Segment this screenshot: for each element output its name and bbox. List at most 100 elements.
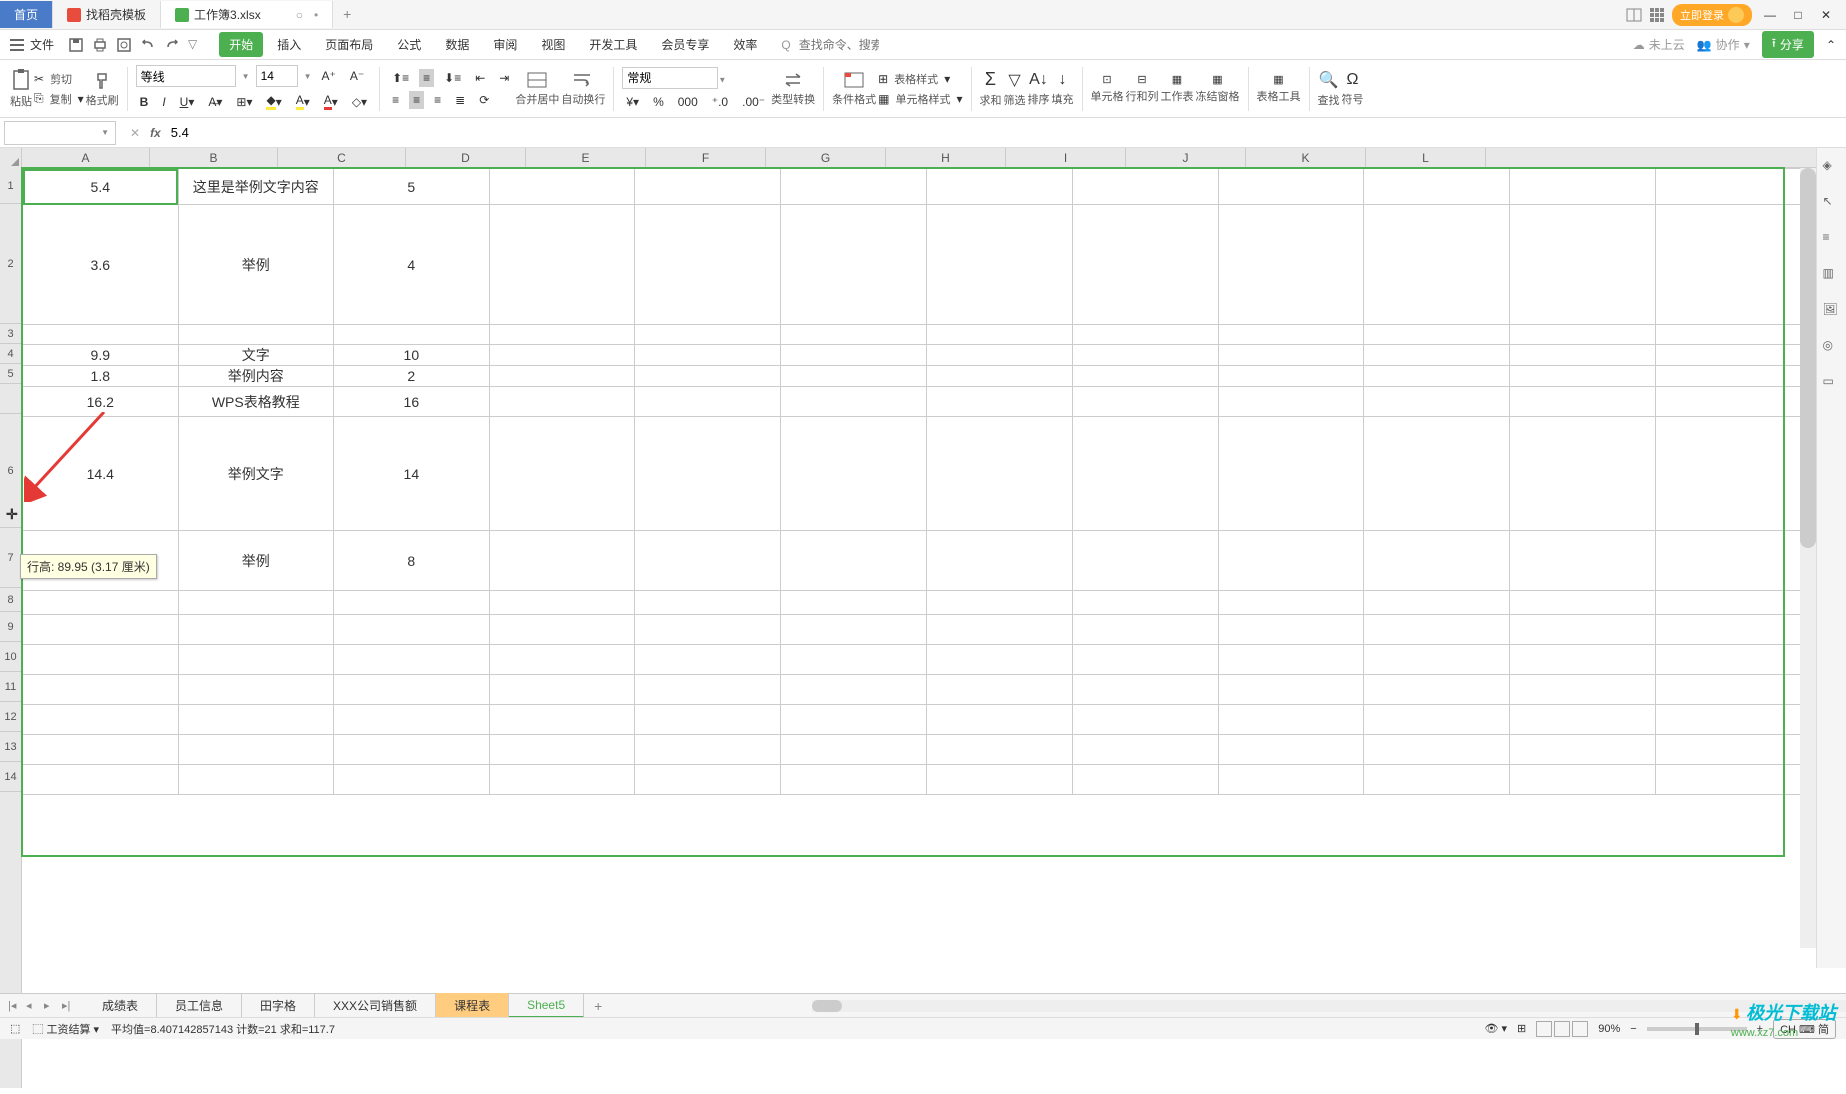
cell[interactable] — [1072, 675, 1218, 705]
col-header-K[interactable]: K — [1246, 148, 1366, 167]
cell[interactable]: 这里是举例文字内容 — [178, 169, 334, 205]
merge-group[interactable]: 合并居中 — [515, 71, 559, 107]
cell[interactable] — [927, 615, 1073, 645]
cell[interactable] — [1364, 169, 1510, 205]
cell[interactable] — [23, 705, 179, 735]
cell[interactable] — [334, 645, 490, 675]
cell[interactable] — [1364, 675, 1510, 705]
cell[interactable] — [927, 325, 1073, 345]
menu-tab-member[interactable]: 会员专享 — [651, 32, 719, 57]
cell[interactable] — [1218, 417, 1364, 531]
cell[interactable] — [1072, 531, 1218, 591]
cond-format[interactable]: 条件格式 — [832, 71, 876, 107]
cell[interactable] — [1510, 205, 1656, 325]
cell[interactable] — [489, 705, 635, 735]
cell[interactable] — [1510, 591, 1656, 615]
cell[interactable] — [1364, 765, 1510, 795]
cell[interactable] — [489, 345, 635, 366]
font-name-select[interactable] — [136, 65, 236, 87]
cell[interactable]: 10 — [334, 345, 490, 366]
justify-icon[interactable]: ≣ — [451, 91, 469, 109]
increase-font-icon[interactable]: A⁺ — [317, 67, 339, 85]
cell[interactable] — [927, 675, 1073, 705]
layout-icon[interactable] — [1626, 8, 1642, 22]
cell[interactable] — [1656, 169, 1802, 205]
cell[interactable] — [489, 675, 635, 705]
cell[interactable] — [178, 615, 334, 645]
row-header[interactable] — [0, 384, 21, 414]
cell[interactable]: 16 — [334, 387, 490, 417]
col-header-E[interactable]: E — [526, 148, 646, 167]
cell[interactable] — [781, 705, 927, 735]
maximize-button[interactable]: □ — [1788, 5, 1808, 25]
menu-tab-data[interactable]: 数据 — [435, 32, 479, 57]
cell[interactable] — [489, 765, 635, 795]
cell[interactable] — [1656, 645, 1802, 675]
horizontal-scrollbar[interactable] — [812, 1000, 1846, 1012]
cell[interactable] — [927, 205, 1073, 325]
thousands-button[interactable]: 000 — [674, 93, 702, 111]
cell[interactable] — [1364, 645, 1510, 675]
cell[interactable]: 8 — [334, 531, 490, 591]
cell[interactable] — [334, 705, 490, 735]
cell[interactable] — [489, 417, 635, 531]
cell[interactable] — [635, 366, 781, 387]
cell[interactable] — [23, 645, 179, 675]
row-header[interactable]: 8 — [0, 588, 21, 612]
cell[interactable]: 文字 — [178, 345, 334, 366]
cell[interactable] — [1364, 705, 1510, 735]
cut-button[interactable]: ✂ 剪切 — [34, 71, 84, 87]
underline-button[interactable]: U▾ — [176, 93, 199, 111]
print-icon[interactable] — [92, 37, 108, 53]
cell[interactable] — [1656, 735, 1802, 765]
cell[interactable] — [635, 531, 781, 591]
menu-tab-view[interactable]: 视图 — [531, 32, 575, 57]
cell[interactable] — [1364, 345, 1510, 366]
cell[interactable] — [489, 645, 635, 675]
font-size-select[interactable] — [256, 65, 298, 87]
cell[interactable] — [781, 325, 927, 345]
cell[interactable] — [489, 735, 635, 765]
cell[interactable] — [927, 735, 1073, 765]
cell-button[interactable]: ⊡单元格 — [1091, 73, 1124, 104]
italic-button[interactable]: I — [158, 93, 169, 111]
wrap-group[interactable]: 自动换行 — [561, 71, 605, 107]
cell[interactable] — [489, 387, 635, 417]
cell[interactable] — [489, 531, 635, 591]
row-header[interactable]: 2 — [0, 204, 21, 324]
cell[interactable] — [178, 645, 334, 675]
cell[interactable] — [334, 735, 490, 765]
cell[interactable] — [1072, 417, 1218, 531]
cell[interactable] — [781, 735, 927, 765]
print-preview-icon[interactable] — [116, 37, 132, 53]
sheet-tab-1[interactable]: 员工信息 — [157, 993, 242, 1018]
cell[interactable] — [635, 591, 781, 615]
cell[interactable] — [1072, 765, 1218, 795]
cell[interactable] — [1364, 205, 1510, 325]
cell[interactable] — [1510, 531, 1656, 591]
zoom-thumb[interactable] — [1695, 1023, 1699, 1035]
cell[interactable]: 16.2 — [23, 387, 179, 417]
cell[interactable] — [489, 169, 635, 205]
cell[interactable] — [23, 675, 179, 705]
col-header-H[interactable]: H — [886, 148, 1006, 167]
cell[interactable] — [927, 645, 1073, 675]
menu-tab-eff[interactable]: 效率 — [723, 32, 767, 57]
cell[interactable] — [635, 169, 781, 205]
sheet-tab-0[interactable]: 成绩表 — [84, 993, 157, 1018]
name-box[interactable]: ▼ — [4, 121, 116, 145]
cell[interactable] — [635, 645, 781, 675]
cell[interactable] — [1656, 705, 1802, 735]
sheet-tab-4[interactable]: 课程表 — [436, 993, 509, 1018]
align-center-icon[interactable]: ≡ — [409, 91, 424, 109]
hscroll-thumb[interactable] — [812, 1000, 842, 1012]
cell[interactable] — [1218, 615, 1364, 645]
freeze-button[interactable]: ▦冻结窗格 — [1196, 73, 1240, 104]
panel-settings-icon[interactable]: ≡ — [1823, 230, 1841, 248]
cell[interactable] — [635, 765, 781, 795]
close-button[interactable]: ✕ — [1816, 5, 1836, 25]
cell[interactable] — [635, 417, 781, 531]
row-header[interactable]: 4 — [0, 344, 21, 364]
cell[interactable] — [927, 169, 1073, 205]
font-color-button[interactable]: A▾ — [320, 91, 342, 112]
